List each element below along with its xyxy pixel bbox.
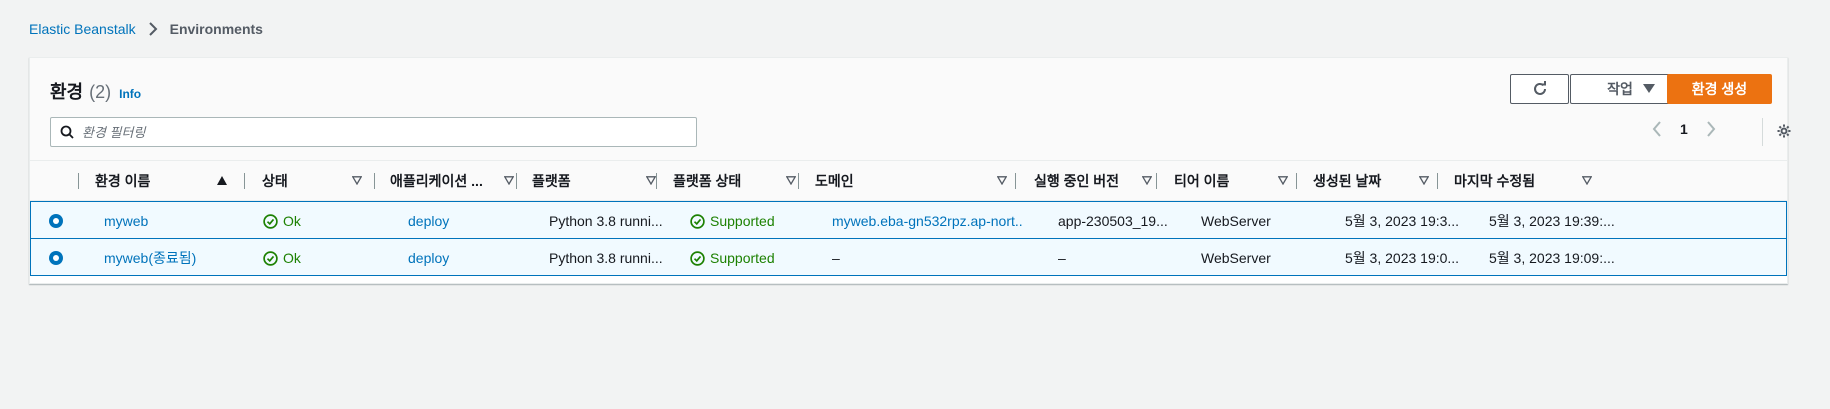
column-header-created[interactable]: 생성된 날짜 [1313, 161, 1441, 200]
check-circle-icon [690, 213, 705, 229]
column-divider [78, 173, 79, 189]
sort-icon [504, 176, 514, 185]
column-header-domain[interactable]: 도메인 [815, 161, 1015, 200]
version-cell: – [1058, 250, 1066, 266]
column-divider [1015, 173, 1016, 189]
column-divider [798, 173, 799, 189]
column-divider [516, 173, 517, 189]
next-page-icon[interactable] [1706, 121, 1716, 137]
application-link[interactable]: deploy [408, 202, 518, 240]
pagination: 1 [1652, 121, 1716, 137]
column-header-application[interactable]: 애플리케이션 ... [390, 161, 518, 200]
column-divider [656, 173, 657, 189]
pager-divider [1762, 118, 1763, 146]
created-cell: 5월 3, 2023 19:0... [1345, 250, 1460, 266]
info-link[interactable]: Info [119, 87, 141, 101]
check-circle-icon [263, 250, 278, 266]
page-title: 환경 (2) Info [50, 78, 141, 104]
column-divider [244, 173, 245, 189]
column-header-platform[interactable]: 플랫폼 [532, 161, 660, 200]
filter-input[interactable] [80, 123, 664, 141]
previous-page-icon[interactable] [1652, 121, 1662, 137]
caret-down-icon [1642, 84, 1655, 94]
column-header-name[interactable]: 환경 이름 [95, 161, 235, 200]
environment-name-link[interactable]: myweb [104, 202, 234, 240]
domain-cell: – [832, 250, 840, 266]
title-text: 환경 [50, 82, 84, 102]
radio-dot [53, 255, 59, 261]
sort-icon [1142, 176, 1152, 185]
breadcrumb-elastic-beanstalk[interactable]: Elastic Beanstalk [29, 21, 136, 37]
column-divider [1437, 173, 1438, 189]
chevron-right-icon [148, 22, 158, 36]
column-divider [374, 173, 375, 189]
version-cell: app-230503_19... [1058, 213, 1168, 229]
domain-link[interactable]: myweb.eba-gn532rpz.ap-nort... [832, 202, 1022, 240]
modified-cell: 5월 3, 2023 19:39:... [1489, 213, 1615, 229]
column-header-tier[interactable]: 티어 이름 [1174, 161, 1302, 200]
row-radio[interactable] [49, 214, 63, 228]
status-cell: Ok [263, 202, 363, 240]
platform-cell: Python 3.8 runni... [549, 250, 663, 266]
refresh-icon [1532, 81, 1548, 97]
panel-header: 환경 (2) Info 작업 환경 생성 1 [30, 58, 1791, 161]
sort-icon [1278, 176, 1288, 185]
sort-icon [1582, 176, 1592, 185]
platform-cell: Python 3.8 runni... [549, 213, 663, 229]
sort-ascending-icon [217, 176, 227, 185]
platform-status-text: Supported [710, 213, 775, 229]
environment-filter[interactable] [50, 117, 697, 147]
column-header-last-modified[interactable]: 마지막 수정됨 [1454, 161, 1594, 200]
created-cell: 5월 3, 2023 19:3... [1345, 213, 1460, 229]
page-number[interactable]: 1 [1680, 121, 1688, 137]
search-icon [60, 125, 74, 139]
platform-status-cell: Supported [690, 202, 810, 240]
environment-count: (2) [89, 82, 112, 102]
table-header: 환경 이름 상태 애플리케이션 ... 플랫폼 플랫폼 상태 도메인 실행 중인… [30, 161, 1787, 201]
column-header-running-version[interactable]: 실행 중인 버전 [1034, 161, 1162, 200]
check-circle-icon [263, 213, 278, 229]
environments-panel: 환경 (2) Info 작업 환경 생성 1 [29, 57, 1791, 284]
status-text: Ok [283, 250, 301, 266]
refresh-button[interactable] [1510, 74, 1569, 104]
platform-status-text: Supported [710, 250, 775, 266]
modified-cell: 5월 3, 2023 19:09:... [1489, 250, 1615, 266]
column-header-status[interactable]: 상태 [262, 161, 390, 200]
column-divider [1156, 173, 1157, 189]
tier-cell: WebServer [1201, 213, 1271, 229]
status-text: Ok [283, 213, 301, 229]
sort-icon [786, 176, 796, 185]
row-radio[interactable] [49, 251, 63, 265]
sort-icon [646, 176, 656, 185]
table-row[interactable]: myweb(종료됨) Ok deploy Python 3.8 runni...… [30, 238, 1787, 276]
breadcrumb-current: Environments [169, 21, 263, 37]
gear-icon[interactable] [1776, 123, 1792, 139]
column-header-platform-status[interactable]: 플랫폼 상태 [673, 161, 801, 200]
tier-cell: WebServer [1201, 250, 1271, 266]
table-row[interactable]: myweb Ok deploy Python 3.8 runni... Supp… [30, 201, 1787, 239]
check-circle-icon [690, 250, 705, 266]
sort-icon [997, 176, 1007, 185]
radio-dot [53, 218, 59, 224]
breadcrumb: Elastic Beanstalk Environments [29, 21, 263, 37]
application-link[interactable]: deploy [408, 239, 518, 277]
column-divider [1296, 173, 1297, 189]
status-cell: Ok [263, 239, 363, 277]
sort-icon [1419, 176, 1429, 185]
platform-status-cell: Supported [690, 239, 810, 277]
create-environment-button[interactable]: 환경 생성 [1667, 74, 1772, 104]
actions-label: 작업 [1607, 81, 1633, 97]
environment-name-link[interactable]: myweb(종료됨) [104, 239, 234, 277]
sort-icon [352, 176, 362, 185]
